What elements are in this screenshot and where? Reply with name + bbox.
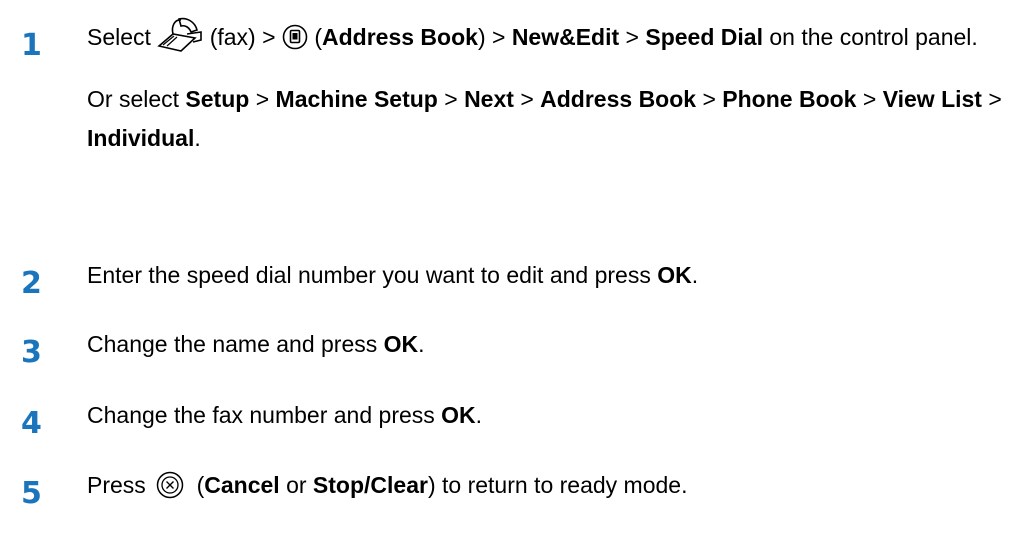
cancel-icon — [156, 471, 184, 499]
step-text: Select (fax) > (Address Book) > New&Edit… — [87, 16, 1007, 158]
step-number: 2 — [21, 266, 42, 301]
step-text: Change the name and press OK. — [87, 331, 425, 357]
step-text: Enter the speed dial number you want to … — [87, 262, 699, 288]
step-text: Press (Cancel or Stop/Clear) to return t… — [87, 471, 688, 499]
step-number: 3 — [21, 335, 42, 370]
step-text: Change the fax number and press OK. — [87, 402, 483, 428]
fax-icon — [157, 16, 203, 54]
step-number: 1 — [21, 28, 42, 63]
step-number: 5 — [21, 476, 42, 511]
address-book-icon — [282, 24, 308, 50]
step-1-paragraph-2: Or select Setup > Machine Setup > Next >… — [87, 85, 1002, 151]
step-1-paragraph-1: Select (fax) > (Address Book) > New&Edit… — [87, 16, 1007, 58]
step-number: 4 — [21, 406, 42, 441]
